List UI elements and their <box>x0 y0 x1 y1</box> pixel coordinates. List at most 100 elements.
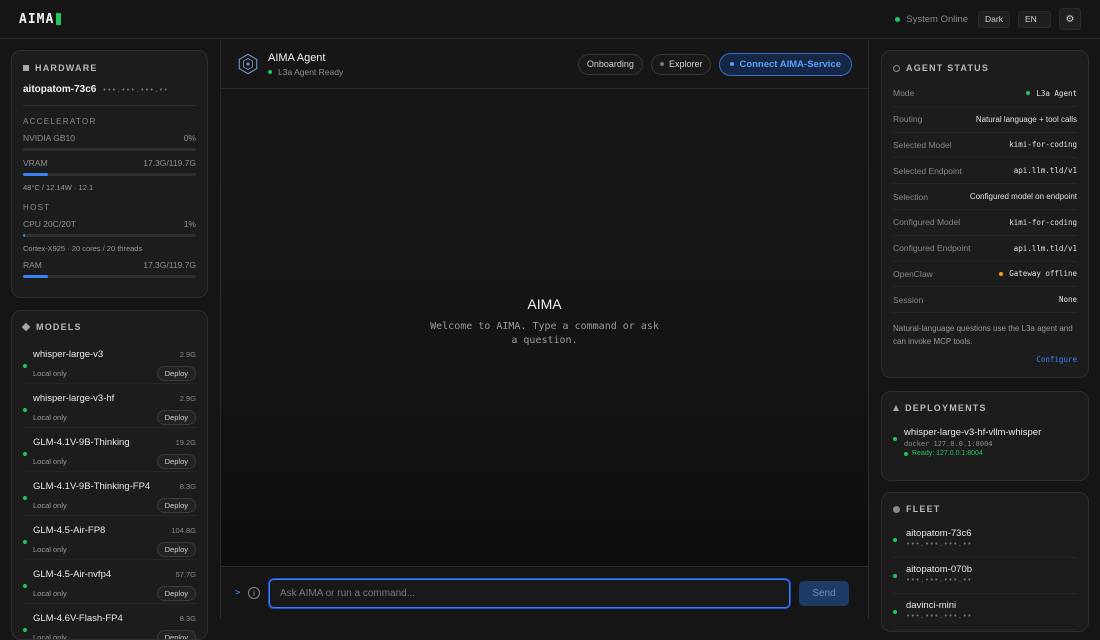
fleet-node-name: davinci-mini <box>906 600 957 611</box>
model-source: Local only <box>33 413 67 422</box>
language-button[interactable]: EN <box>1018 10 1051 28</box>
agent-status-title: AGENT STATUS <box>893 63 1077 73</box>
model-list-item[interactable]: whisper-large-v3-hf 2.9G Local only Deploy <box>23 384 196 428</box>
fleet-node-ip: •••.•••.•••.•• <box>906 576 973 584</box>
accelerator-label: ACCELERATOR <box>23 117 97 126</box>
status-value-text: L3a Agent <box>1036 88 1077 98</box>
model-item-top: GLM-4.5-Air-FP8 104.8G <box>33 525 196 536</box>
explorer-button[interactable]: Explorer <box>650 53 712 75</box>
fleet-icon <box>893 505 900 513</box>
app-logo[interactable]: AIMA <box>19 11 62 27</box>
model-item-bottom: Local only Deploy <box>33 586 196 601</box>
app-logo-text: AIMA <box>19 11 55 27</box>
vram-fill <box>23 173 49 176</box>
cpu-row: CPU 20C/20T 1% <box>23 219 196 229</box>
model-item-bottom: Local only Deploy <box>33 366 196 381</box>
model-item-bottom: Local only Deploy <box>33 542 196 557</box>
status-value-text: Configured model on endpoint <box>969 192 1077 202</box>
deployment-ready: Ready: 127.0.0.1:8004 <box>904 450 1077 457</box>
status-value-text: Gateway offline <box>1009 269 1077 279</box>
onboarding-button[interactable]: Onboarding <box>577 53 643 75</box>
host-info: aitopatom-73c6 •••.•••.•••.•• <box>23 84 196 106</box>
cpu-bar <box>23 234 196 237</box>
model-list-item[interactable]: GLM-4.5-Air-nvfp4 57.7G Local only Deploy <box>23 560 196 604</box>
hardware-title: HARDWARE <box>23 63 196 73</box>
deploy-button[interactable]: Deploy <box>156 366 196 381</box>
agent-status-dot-icon <box>268 69 272 74</box>
model-name: whisper-large-v3-hf <box>33 393 115 404</box>
status-value: api.llm.tld/v1 <box>1014 166 1077 175</box>
prompt-char: > <box>235 588 241 598</box>
settings-button[interactable]: ⚙ <box>1059 8 1081 30</box>
gpu-sub-info: 48°C / 12.14W · 12.1 <box>23 183 94 192</box>
status-value-text: kimi-for-coding <box>1009 140 1077 150</box>
connect-service-button[interactable]: Connect AIMA-Service <box>719 52 852 76</box>
status-dot-icon <box>895 16 901 22</box>
info-icon[interactable]: i <box>248 587 260 599</box>
deploy-button[interactable]: Deploy <box>156 498 196 513</box>
chat-area: AIMA Welcome to AIMA. Type a command or … <box>221 89 868 566</box>
status-value-text: Natural language + tool calls <box>975 114 1077 124</box>
status-value: kimi-for-coding <box>1009 218 1077 227</box>
model-list-item[interactable]: GLM-4.1V-9B-Thinking-FP4 8.3G Local only De… <box>23 472 196 516</box>
agent-status-title-text: AGENT STATUS <box>906 63 990 73</box>
status-value: None <box>1059 295 1077 304</box>
agent-status-panel: AGENT STATUS Mode L3a Agent Routing Natural… <box>881 50 1089 378</box>
model-item-bottom: Local only Deploy <box>33 498 196 513</box>
models-panel: MODELS whisper-large-v3 2.9G Local only Dep… <box>11 310 208 640</box>
model-list-item[interactable]: GLM-4.6V-Flash-FP4 8.3G Local only Deploy <box>23 604 196 639</box>
deployment-item[interactable]: whisper-large-v3-hf-vllm-whisper docker 1… <box>893 427 1077 457</box>
command-composer: > i Send <box>221 566 868 619</box>
status-key: Configured Endpoint <box>893 243 971 254</box>
command-input[interactable] <box>269 578 790 608</box>
deploy-button[interactable]: Deploy <box>156 630 196 639</box>
deployment-ready-text: Ready: 127.0.0.1:8004 <box>912 450 983 457</box>
fleet-title-text: FLEET <box>906 504 941 514</box>
model-source: Local only <box>33 369 67 378</box>
vram-bar <box>23 173 196 176</box>
model-list-item[interactable]: GLM-4.1V-9B-Thinking 19.2G Local only Deplo… <box>23 428 196 472</box>
configure-link[interactable]: Configure <box>893 355 1077 364</box>
status-dot-icon <box>1026 91 1031 96</box>
theme-toggle-button[interactable]: Dark <box>978 10 1010 28</box>
model-size: 2.9G <box>179 394 196 403</box>
status-value-text: api.llm.tld/v1 <box>1013 243 1077 253</box>
fleet-item[interactable]: aitopatom-070b •••.•••.•••.•• <box>893 558 1077 594</box>
vram-label: VRAM <box>23 158 48 168</box>
host-ip: •••.•••.•••.•• <box>102 86 169 94</box>
status-row: Selected Endpoint api.llm.tld/v1 <box>893 158 1077 185</box>
model-list-item[interactable]: GLM-4.5-Air-FP8 104.8G Local only Deploy <box>23 516 196 560</box>
model-name: GLM-4.1V-9B-Thinking <box>33 437 130 448</box>
status-value-text: api.llm.tld/v1 <box>1013 166 1077 176</box>
system-status-label: System Online <box>906 13 969 25</box>
cpu-sub-info: Cortex-X925 · 20 cores / 20 threads <box>23 244 143 253</box>
agent-chat-panel: AIMA Agent L3a Agent Ready Onboarding Ex… <box>220 40 869 619</box>
gpu-row: NVIDIA GB10 0% <box>23 133 196 143</box>
model-status-dot-icon <box>23 408 27 412</box>
deploy-button[interactable]: Deploy <box>156 454 196 469</box>
deploy-button[interactable]: Deploy <box>156 586 196 601</box>
model-item-top: whisper-large-v3 2.9G <box>33 349 196 360</box>
deploy-button[interactable]: Deploy <box>156 542 196 557</box>
model-source: Local only <box>33 457 67 466</box>
fleet-dot-icon <box>893 574 897 578</box>
model-status-dot-icon <box>23 364 27 368</box>
status-row: Session None <box>893 287 1077 314</box>
status-row: OpenClaw Gateway offline <box>893 262 1077 288</box>
fleet-item[interactable]: aitopatom-73c6 •••.•••.•••.•• <box>893 522 1077 558</box>
welcome-text: Welcome to AIMA. Type a command or ask a… <box>430 320 659 346</box>
deploy-button[interactable]: Deploy <box>156 410 196 425</box>
model-list-item[interactable]: whisper-large-v3 2.9G Local only Deploy <box>23 340 196 384</box>
deployments-panel: DEPLOYMENTS whisper-large-v3-hf-vllm-whi… <box>881 391 1089 481</box>
send-button[interactable]: Send <box>799 580 849 606</box>
status-value: Configured model on endpoint <box>970 192 1077 201</box>
fleet-item[interactable]: davinci-mini •••.•••.•••.•• <box>893 594 1077 630</box>
model-item-top: whisper-large-v3-hf 2.9G <box>33 393 196 404</box>
status-value: kimi-for-coding <box>1009 140 1077 149</box>
hostname: aitopatom-73c6 <box>23 84 97 95</box>
ram-bar <box>23 275 196 278</box>
model-size: 2.9G <box>179 350 196 359</box>
vram-value: 17.3G/119.7G <box>143 158 196 168</box>
deployment-runtime: docker 127.0.0.1:8004 <box>904 440 993 448</box>
connect-service-label: Connect AIMA-Service <box>739 58 841 70</box>
